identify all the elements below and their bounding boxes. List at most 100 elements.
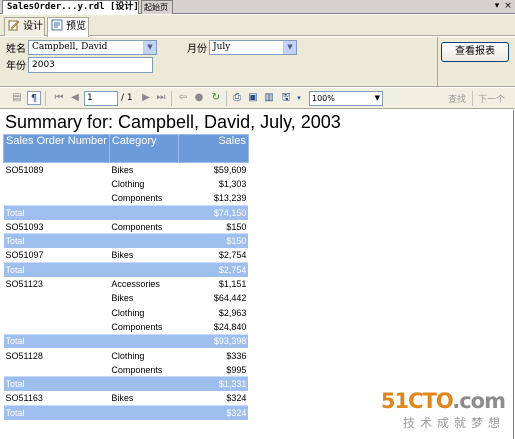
print-layout-icon[interactable]: ▣: [246, 91, 260, 105]
chevron-down-icon[interactable]: ▼: [375, 92, 380, 105]
chevron-down-icon[interactable]: ▼: [283, 41, 296, 54]
chevron-down-icon[interactable]: ▼: [143, 41, 156, 54]
watermark: 51CTO.com 技术成就梦想: [380, 389, 506, 431]
cell-category: Components: [111, 221, 163, 232]
cell-category: [109, 376, 179, 392]
stop-icon[interactable]: ●: [192, 91, 206, 105]
document-tab-salesorder[interactable]: SalesOrder...y.rdl [设计]: [2, 0, 139, 14]
cell-category: Bikes: [111, 293, 134, 304]
find-next-link[interactable]: 下一个: [478, 92, 505, 105]
cell-sales-order: Total: [3, 204, 110, 220]
header-sales: Sales: [177, 134, 249, 163]
table-row: SO51128 Clothing $336: [4, 348, 249, 362]
total-row: Total $1,331: [3, 376, 249, 392]
cell-sales: $59,609: [213, 164, 247, 175]
cell-sales: $336: [226, 350, 247, 361]
watermark-brand: 51CTO.com: [380, 389, 506, 413]
close-icon[interactable]: ×: [503, 1, 513, 12]
header-category: Category: [108, 134, 179, 163]
document-tab-strip: SalesOrder...y.rdl [设计] 起始页 ▾ ×: [0, 0, 515, 14]
cell-sales: $1,331: [178, 376, 249, 392]
table-row: Bikes $64,442: [4, 291, 249, 305]
view-report-button[interactable]: 查看报表: [441, 42, 509, 62]
cell-sales: $324: [178, 405, 249, 420]
cell-sales: $1,151: [218, 279, 247, 290]
watermark-brand-part-2: .com: [452, 389, 506, 413]
table-row: SO51163 Bikes $324: [4, 391, 249, 405]
cell-category: Clothing: [111, 350, 145, 361]
cell-sales: $324: [226, 393, 247, 404]
cell-sales-order: SO51093: [5, 221, 44, 232]
table-row: Clothing $2,963: [4, 305, 249, 319]
table-row: SO51089 Bikes $59,609: [4, 163, 249, 177]
cell-sales-order: [4, 191, 110, 205]
page-number-input[interactable]: 1: [84, 91, 118, 106]
export-dropdown-icon[interactable]: ▾: [292, 91, 306, 105]
cell-category: Bikes: [111, 164, 134, 175]
table-row: Components $24,840: [4, 320, 249, 334]
table-row: Components $995: [4, 363, 249, 377]
tab-dropdown-icon[interactable]: ▾: [492, 1, 502, 12]
cell-category: [109, 204, 179, 220]
table-row: Clothing $1,303: [4, 177, 249, 191]
cell-category: [109, 233, 179, 249]
document-map-icon[interactable]: ▤: [10, 91, 24, 105]
export-icon[interactable]: 🖫: [279, 91, 293, 105]
first-page-icon[interactable]: ⏮: [52, 91, 66, 105]
toolbar-separator: [472, 91, 473, 106]
last-page-icon[interactable]: ⏭: [154, 91, 168, 105]
tab-preview-label: 预览: [66, 21, 86, 32]
header-sales-order: Sales Order Number: [3, 134, 110, 163]
report-title: Summary for: Campbell, David, July, 2003: [5, 112, 341, 132]
cell-sales-order: [4, 291, 110, 305]
cell-category: Components: [111, 321, 163, 332]
cell-sales: $24,840: [213, 321, 247, 332]
name-select[interactable]: Campbell, David ▼: [28, 40, 157, 55]
cell-category: Bikes: [111, 393, 134, 404]
cell-sales: $74,150: [178, 204, 249, 220]
page-setup-icon[interactable]: ▥: [262, 91, 276, 105]
view-tab-strip: 设计 预览: [0, 15, 515, 37]
tab-design[interactable]: 设计: [4, 17, 45, 36]
table-row: SO51097 Bikes $2,754: [4, 248, 249, 262]
cell-category: [109, 405, 179, 420]
tab-preview[interactable]: 预览: [47, 17, 89, 37]
print-icon[interactable]: ⎙: [230, 91, 244, 105]
zoom-select[interactable]: 100% ▼: [309, 91, 383, 106]
cell-sales-order: [4, 177, 110, 191]
zoom-value: 100%: [312, 94, 335, 103]
preview-icon: [51, 19, 63, 31]
table-body: SO51089 Bikes $59,609 Clothing $1,303 Compone…: [3, 163, 249, 420]
cell-sales-order: Total: [3, 233, 110, 249]
cell-category: Clothing: [111, 178, 145, 189]
page-total: / 1: [121, 93, 133, 103]
cell-sales: $150: [178, 233, 249, 249]
next-page-icon[interactable]: ▶: [139, 91, 153, 105]
name-select-value: Campbell, David: [32, 42, 108, 52]
find-link[interactable]: 查找: [448, 92, 466, 105]
report-viewer[interactable]: Summary for: Campbell, David, July, 2003…: [0, 110, 514, 439]
cell-sales: $2,754: [218, 250, 247, 261]
cell-sales-order: [4, 305, 110, 319]
cell-sales: $2,754: [178, 262, 249, 277]
cell-sales-order: SO51089: [5, 164, 44, 175]
cell-sales-order: Total: [3, 333, 110, 349]
toolbar-separator: [45, 91, 46, 106]
parameters-toggle-icon[interactable]: ¶: [27, 91, 41, 105]
watermark-brand-part-1: 51CTO: [380, 389, 453, 413]
refresh-icon[interactable]: ↻: [209, 91, 223, 105]
sales-table: Sales Order Number Category Sales SO5108…: [3, 134, 249, 420]
design-icon: [8, 20, 20, 31]
total-row: Total $74,150: [3, 204, 249, 220]
month-label: 月份: [187, 44, 207, 55]
parameter-divider: [437, 37, 438, 87]
cell-sales-order: SO51123: [5, 279, 43, 290]
cell-sales: $1,303: [218, 178, 247, 189]
document-tab-start-page[interactable]: 起始页: [141, 0, 173, 14]
toolbar-separator: [226, 91, 227, 106]
cell-sales-order: SO51097: [5, 250, 44, 261]
year-input[interactable]: 2003: [28, 57, 153, 73]
back-icon[interactable]: ⇦: [176, 91, 190, 105]
previous-page-icon[interactable]: ◀: [68, 91, 82, 105]
month-select[interactable]: July ▼: [209, 40, 297, 55]
